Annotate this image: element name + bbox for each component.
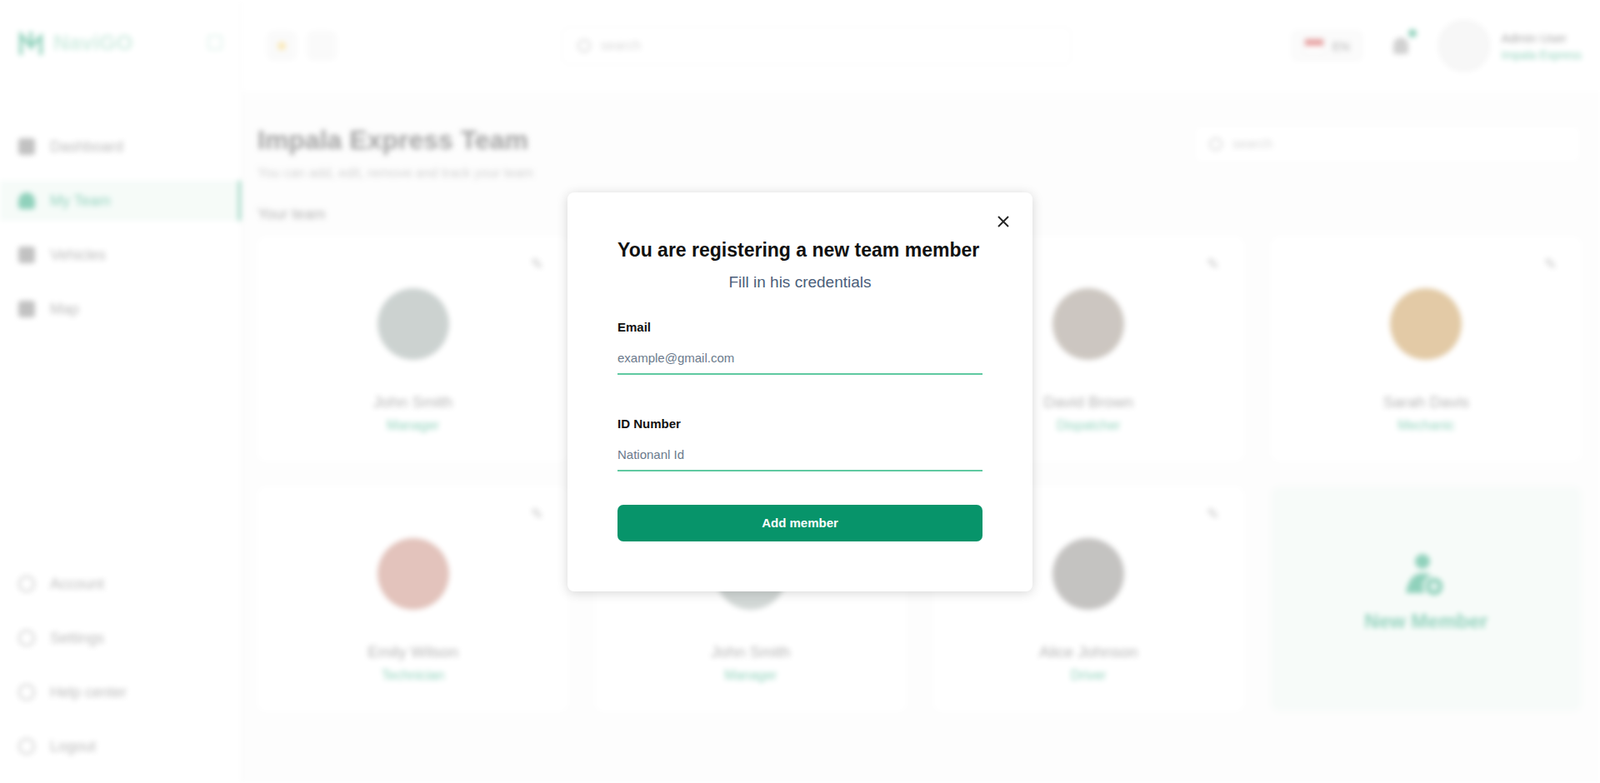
screen: NaviGODashboardMy TeamVehiclesMapAccount… xyxy=(0,0,1600,783)
text-input[interactable] xyxy=(617,437,983,472)
register-dialog: You are registering a new team member Fil… xyxy=(567,192,1033,592)
field-label: Email xyxy=(617,320,983,335)
dialog-subtitle: Fill in his credentials xyxy=(617,273,983,292)
field-label: ID Number xyxy=(617,416,983,431)
form-field: ID Number xyxy=(617,416,983,472)
form-field: Email xyxy=(617,320,983,375)
text-input[interactable] xyxy=(617,340,983,375)
dialog-title: You are registering a new team member xyxy=(617,239,983,262)
close-icon[interactable] xyxy=(994,212,1013,231)
add-member-button[interactable]: Add member xyxy=(617,505,983,542)
